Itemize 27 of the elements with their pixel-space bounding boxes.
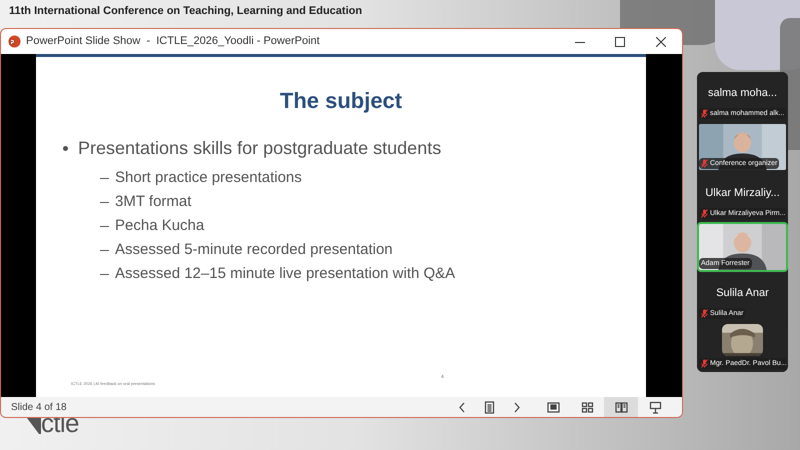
muted-mic-icon xyxy=(701,109,708,118)
maximize-icon xyxy=(615,36,625,46)
presentation-screen-icon xyxy=(648,400,662,414)
normal-view-icon xyxy=(546,400,560,414)
muted-mic-icon xyxy=(701,159,708,168)
slide-title: The subject xyxy=(278,87,404,115)
sub-bullet-text: 3MT format xyxy=(115,192,192,212)
slide-count: Slide 4 of 18 xyxy=(11,400,67,414)
slide-sorter-icon xyxy=(580,400,594,414)
sub-bullet-text: Pecha Kucha xyxy=(115,216,204,236)
muted-mic-icon xyxy=(701,359,708,368)
sub-bullet-text: Assessed 12–15 minute live presentation with Q&A xyxy=(115,264,456,284)
participant-name: salma moha... xyxy=(708,86,778,100)
muted-mic-icon xyxy=(701,309,708,318)
bullet-text: Presentations skills for postgraduate students xyxy=(78,137,442,160)
sub-bullet-text: Assessed 5-minute recorded presentation xyxy=(115,240,393,260)
muted-mic-icon xyxy=(701,209,708,218)
participant-name: Sulila Anar xyxy=(716,286,769,300)
reading-button[interactable] xyxy=(604,397,638,417)
window-title: PowerPoint Slide Show - ICTLE_2026_Yoodli - PowerPoint xyxy=(26,34,320,50)
app-logo-icon xyxy=(8,35,21,48)
participant-name: Ulkar Mirzaliy... xyxy=(705,186,780,200)
close-icon xyxy=(656,36,666,46)
conference-title: 11th International Conference on Teaching, Learning and Education xyxy=(9,4,362,19)
notes-icon xyxy=(482,400,497,414)
open-book-icon xyxy=(614,400,628,414)
sub-bullet-text: Short practice presentations xyxy=(115,168,302,188)
